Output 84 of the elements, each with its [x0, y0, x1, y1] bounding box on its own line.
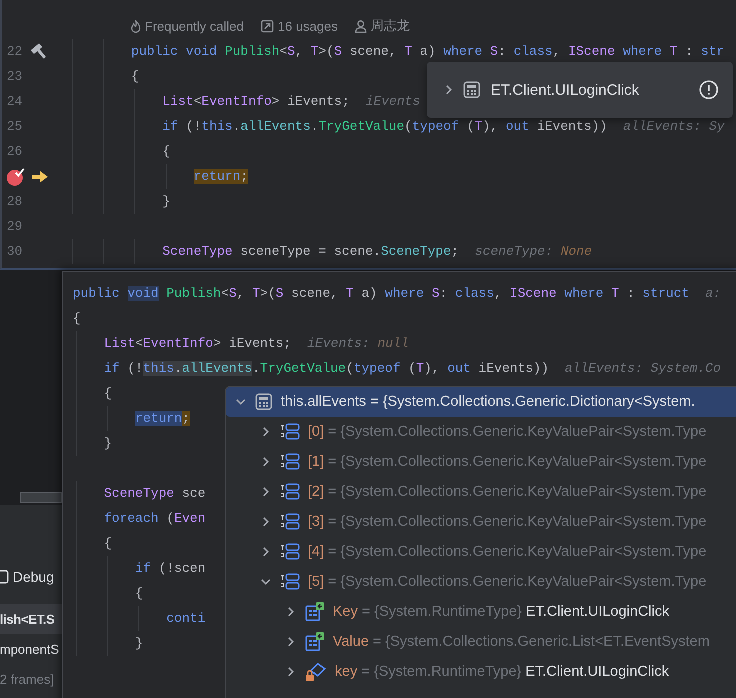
code-line: if (!this.allEvents.TryGetValue(typeof (T), out iEvents)) — [104, 360, 549, 378]
code-line: return; — [194, 168, 248, 186]
array-icon — [280, 423, 300, 441]
inlay-hint: a: — [705, 285, 722, 303]
code-line: { — [73, 310, 81, 328]
tree-row[interactable]: [2] = {System.Collections.Generic.KeyValuePair<System.Type — [226, 477, 736, 507]
line-number: 23 — [7, 68, 23, 86]
code-line: { — [104, 535, 112, 553]
tree-row[interactable]: Value = {System.Collections.Generic.List<ET.EventSystem — [226, 627, 736, 657]
property-icon — [305, 602, 325, 622]
inlay-hint: allEvents: System.Co — [565, 360, 722, 378]
code-line: } — [162, 193, 170, 211]
code-line: conti — [166, 610, 206, 628]
frame-item[interactable]: lish<ET.S — [0, 604, 62, 634]
inlay-hint[interactable]: Frequently called — [145, 18, 244, 34]
person-icon — [355, 20, 367, 32]
flame-icon — [131, 20, 141, 32]
field-lock-icon — [305, 662, 327, 682]
tree-row[interactable]: [3] = {System.Collections.Generic.KeyValuePair<System.Type — [226, 507, 736, 537]
hammer-icon[interactable] — [31, 42, 49, 60]
inlay-hint: sceneType: None — [475, 243, 592, 261]
code-line: { — [135, 585, 144, 603]
variable-text: key = {System.RuntimeType} ET.Client.UILoginClick — [335, 664, 670, 680]
calculator-icon — [255, 393, 273, 411]
code-line: SceneType sce — [104, 485, 206, 503]
tree-row[interactable]: this.allEvents = {System.Collections.Generic.Dictionary<System. — [226, 387, 736, 417]
inlay-hint[interactable]: 16 usages — [278, 18, 338, 34]
code-line: } — [104, 435, 112, 453]
variable-text: Value = {System.Collections.Generic.List<ET.EventSystem — [333, 634, 710, 650]
frame-item[interactable]: 2 frames] — [0, 664, 62, 694]
warning-icon[interactable] — [699, 80, 719, 100]
code-line: } — [135, 635, 144, 653]
variable-text: this.allEvents = {System.Collections.Generic.Dictionary<System. — [281, 394, 696, 410]
code-line: return; — [135, 410, 190, 428]
code-line: public void Publish<S, T>(S scene, T a) where S: class, IScene where T : struct — [73, 285, 690, 303]
value-label: ET.Client.UILoginClick — [491, 82, 640, 98]
breakpoint-icon[interactable] — [7, 166, 27, 186]
array-icon — [280, 543, 300, 561]
code-line: { — [104, 385, 112, 403]
property-icon — [305, 632, 325, 652]
line-number: 28 — [7, 193, 23, 211]
tree-row[interactable]: Key = {System.RuntimeType} ET.Client.UILoginClick — [226, 597, 736, 627]
code-line: if (!this.allEvents.TryGetValue(typeof (T), out iEvents)) — [162, 118, 608, 136]
variable-text: [1] = {System.Collections.Generic.KeyValuePair<System.Type — [308, 454, 707, 470]
code-line: if (!scen — [135, 560, 206, 578]
scrollbar-thumb[interactable] — [20, 492, 62, 503]
code-line: List<EventInfo> iEvents; — [104, 335, 292, 353]
variable-text: [2] = {System.Collections.Generic.KeyValuePair<System.Type — [308, 484, 707, 500]
inlay-hint: allEvents: Sy — [623, 118, 725, 136]
debug-tab[interactable]: Debug — [0, 564, 54, 590]
tree-row[interactable]: [4] = {System.Collections.Generic.KeyValuePair<System.Type — [226, 537, 736, 567]
line-number: 24 — [7, 93, 23, 111]
inlay-hint: iEvents — [366, 93, 420, 111]
calculator-icon — [463, 81, 481, 99]
inlay-hint: iEvents: null — [307, 335, 409, 353]
tree-row[interactable]: key = {System.RuntimeType} ET.Client.UILoginClick — [226, 657, 736, 687]
variable-text: [3] = {System.Collections.Generic.KeyValuePair<System.Type — [308, 514, 707, 530]
tree-row[interactable]: [0] = {System.Collections.Generic.KeyValuePair<System.Type — [226, 417, 736, 447]
array-icon — [280, 453, 300, 471]
tree-row[interactable]: [1] = {System.Collections.Generic.KeyValuePair<System.Type — [226, 447, 736, 477]
execution-arrow-icon — [31, 170, 49, 184]
frame-item[interactable]: mponentS — [0, 634, 62, 664]
tree-row[interactable]: [5] = {System.Collections.Generic.KeyValuePair<System.Type — [226, 567, 736, 597]
usages-icon — [261, 20, 274, 32]
array-icon — [280, 573, 300, 591]
array-icon — [280, 483, 300, 501]
variable-text: [0] = {System.Collections.Generic.KeyValuePair<System.Type — [308, 424, 707, 440]
code-line: SceneType sceneType = scene.SceneType; — [162, 243, 460, 261]
code-line: public void Publish<S, T>(S scene, T a) where S: class, IScene where T : str — [131, 43, 724, 61]
variable-text: [5] = {System.Collections.Generic.KeyValuePair<System.Type — [308, 574, 707, 590]
line-number: 30 — [7, 243, 23, 261]
line-number: 22 — [7, 43, 23, 61]
code-line: foreach (Even — [104, 510, 206, 528]
code-line: { — [131, 68, 140, 86]
line-number: 25 — [7, 118, 23, 136]
array-icon — [280, 513, 300, 531]
variable-text: Key = {System.RuntimeType} ET.Client.UILoginClick — [333, 604, 670, 620]
line-number: 29 — [7, 218, 23, 236]
line-number: 26 — [7, 143, 23, 161]
inlay-hint[interactable]: 周志龙 — [371, 17, 410, 35]
variable-text: [4] = {System.Collections.Generic.KeyValuePair<System.Type — [308, 544, 707, 560]
window-icon — [0, 570, 9, 584]
code-line: { — [162, 143, 170, 161]
code-line: List<EventInfo> iEvents; — [162, 93, 350, 111]
